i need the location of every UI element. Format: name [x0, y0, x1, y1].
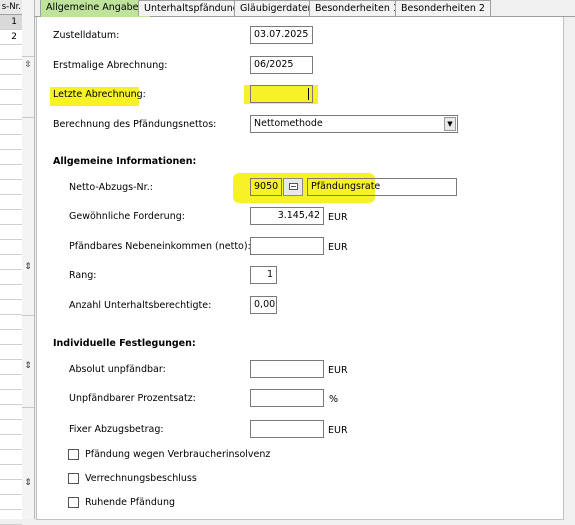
list-item-empty [0, 345, 22, 360]
verrechnungsbeschluss-checkbox[interactable] [68, 473, 79, 484]
list-item-empty [0, 360, 22, 375]
zustelldatum-field[interactable]: 03.07.2025 [250, 26, 313, 44]
berechnung-value: Nettomethode [254, 118, 323, 129]
erstmalige-abrechnung-field[interactable]: 06/2025 [250, 56, 313, 74]
splitter-divider [22, 56, 34, 57]
absolut-unpfaendbar-field[interactable] [250, 360, 324, 378]
list-item-empty [0, 300, 22, 315]
list-item-empty [0, 45, 22, 60]
tab-besonderheiten-2[interactable]: Besonderheiten 2 [395, 0, 491, 16]
list-lookup-icon [289, 183, 298, 190]
list-item-empty [0, 90, 22, 105]
list-item-empty [0, 75, 22, 90]
unterhaltsberechtigte-label: Anzahl Unterhaltsberechtigte: [69, 300, 212, 311]
ruhende-pfaendung-checkbox[interactable] [68, 497, 79, 508]
netto-abzugs-nr-label: Netto-Abzugs-Nr.: [69, 182, 153, 193]
list-item-empty [0, 180, 22, 195]
list-item-empty [0, 240, 22, 255]
list-item-empty [0, 195, 22, 210]
erstmalige-abrechnung-label: Erstmalige Abrechnung: [53, 60, 168, 71]
list-item[interactable]: 2 [0, 30, 22, 45]
nebeneinkommen-field[interactable] [250, 237, 324, 255]
list-item-empty [0, 60, 22, 75]
rang-field[interactable]: 1 [250, 266, 277, 284]
letzte-abrechnung-label: Letzte Abrechnung: [53, 89, 146, 100]
section-allgemeine-informationen: Allgemeine Informationen: [53, 156, 197, 167]
rang-label: Rang: [69, 270, 97, 281]
nebeneinkommen-unit: EUR [328, 242, 348, 253]
list-item-empty [0, 210, 22, 225]
list-item-empty [0, 150, 22, 165]
splitter-expand-icon[interactable]: ⇕ [22, 361, 34, 371]
nebeneinkommen-label: Pfändbares Nebeneinkommen (netto): [69, 241, 251, 252]
splitter-divider [22, 407, 34, 408]
text-caret [308, 88, 309, 100]
left-list: s-Nr. 1 2 [0, 0, 23, 525]
list-item-empty [0, 135, 22, 150]
list-item-empty [0, 390, 22, 405]
list-item-empty [0, 375, 22, 390]
list-item-empty [0, 420, 22, 435]
prozentsatz-field[interactable] [250, 389, 324, 407]
unterhaltsberechtigte-field[interactable]: 0,00 [250, 296, 277, 314]
list-item-empty [0, 285, 22, 300]
list-item-empty [0, 435, 22, 450]
list-item[interactable]: 1 [0, 15, 22, 30]
ruhende-pfaendung-label: Ruhende Pfändung [85, 497, 175, 508]
list-item-empty [0, 480, 22, 495]
forderung-unit: EUR [328, 212, 348, 223]
splitter-collapse-icon[interactable]: ⇳ [22, 60, 34, 70]
absolut-unpfaendbar-label: Absolut unpfändbar: [69, 364, 166, 375]
absolut-unit: EUR [328, 365, 348, 376]
splitter-divider [22, 117, 34, 118]
berechnung-select[interactable]: Nettomethode ▼ [250, 115, 458, 133]
list-header: s-Nr. [0, 0, 22, 15]
fixer-abzugsbetrag-label: Fixer Abzugsbetrag: [69, 424, 164, 435]
fixer-abzugsbetrag-field[interactable] [250, 420, 324, 438]
list-item-empty [0, 465, 22, 480]
list-item-empty [0, 225, 22, 240]
splitter-expand-icon[interactable]: ⇕ [22, 262, 34, 272]
chevron-down-icon[interactable]: ▼ [444, 117, 456, 131]
tab-besonderheiten-1[interactable]: Besonderheiten 1 [309, 0, 405, 16]
fixer-unit: EUR [328, 425, 348, 436]
list-item-empty [0, 330, 22, 345]
zustelldatum-label: Zustelldatum: [53, 30, 120, 41]
tab-bar: Allgemeine Angaben Unterhaltspfändung Gl… [34, 0, 575, 17]
splitter-divider [22, 315, 34, 316]
right-gutter [564, 17, 575, 519]
list-item-empty [0, 510, 22, 525]
splitter-bar[interactable]: ⇳ ⇕ ⇕ ⇕ [22, 0, 35, 519]
gewoehnliche-forderung-label: Gewöhnliche Forderung: [69, 211, 185, 222]
list-item-empty [0, 120, 22, 135]
letzte-abrechnung-field[interactable] [250, 85, 313, 103]
lookup-button[interactable] [283, 178, 303, 196]
form-panel: Zustelldatum: 03.07.2025 Erstmalige Abre… [36, 17, 564, 520]
verbraucherinsolvenz-checkbox[interactable] [68, 449, 79, 460]
list-item-empty [0, 315, 22, 330]
berechnung-label: Berechnung des Pfändungsnettos: [53, 119, 217, 130]
prozentsatz-unit: % [329, 394, 339, 405]
prozentsatz-label: Unpfändbarer Prozentsatz: [69, 393, 196, 404]
list-item-empty [0, 105, 22, 120]
list-item-empty [0, 405, 22, 420]
list-item-empty [0, 165, 22, 180]
tab-allgemeine-angaben[interactable]: Allgemeine Angaben [40, 0, 151, 17]
netto-abzugs-description: Pfändungsrate [307, 178, 457, 196]
netto-abzugs-nr-field[interactable]: 9050 [250, 178, 282, 196]
tab-unterhaltspfaendung[interactable]: Unterhaltspfändung [138, 0, 245, 16]
splitter-expand-icon[interactable]: ⇕ [22, 478, 34, 488]
tab-glaeubigerdaten[interactable]: Gläubigerdaten [234, 0, 320, 16]
list-item-empty [0, 495, 22, 510]
verbraucherinsolvenz-label: Pfändung wegen Verbraucherinsolvenz [85, 449, 271, 460]
list-item-empty [0, 450, 22, 465]
gewoehnliche-forderung-field[interactable]: 3.145,42 [250, 207, 324, 225]
verrechnungsbeschluss-label: Verrechnungsbeschluss [85, 473, 197, 484]
section-individuelle-festlegungen: Individuelle Festlegungen: [53, 338, 196, 349]
list-item-empty [0, 270, 22, 285]
list-item-empty [0, 255, 22, 270]
